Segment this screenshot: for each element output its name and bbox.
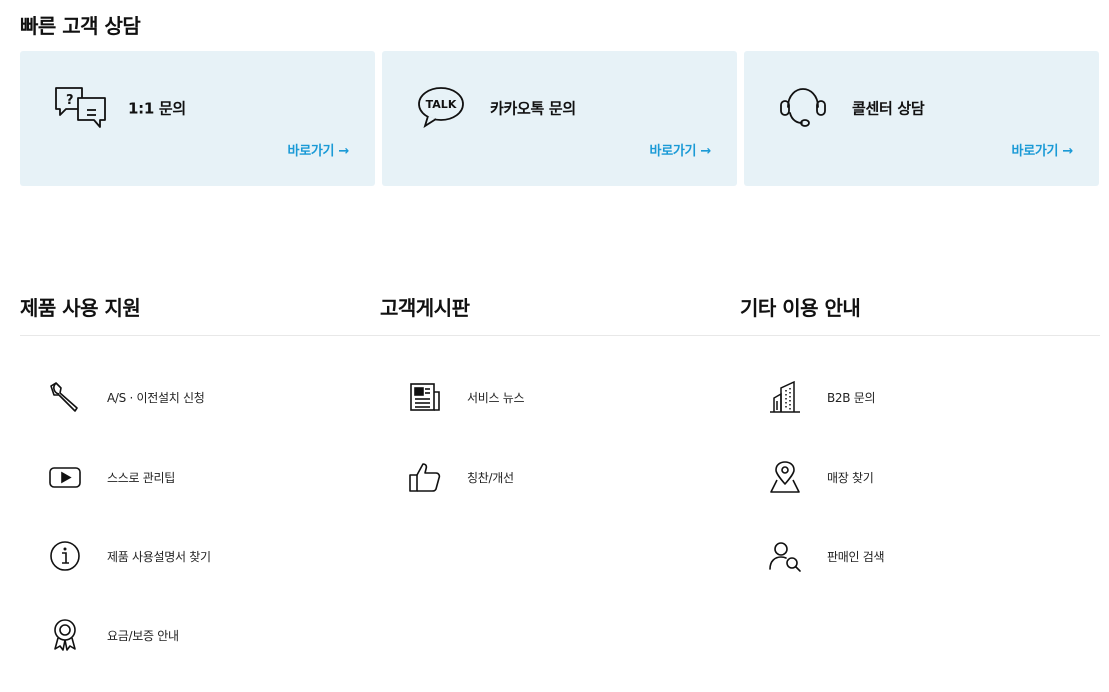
link-b2b-inquiry[interactable]: B2B 문의 <box>740 377 876 417</box>
link-seller-search[interactable]: 판매인 검색 <box>740 536 885 576</box>
link-praise-improve[interactable]: 칭찬/개선 <box>380 457 514 497</box>
card-label: 콜센터 상담 <box>852 99 925 118</box>
section-title-customer-board: 고객게시판 <box>380 296 470 320</box>
link-as-install-request[interactable]: A/S · 이전설치 신청 <box>20 377 205 417</box>
svg-text:?: ? <box>66 93 74 108</box>
kakaotalk-icon: TALK <box>416 85 470 129</box>
video-play-icon <box>47 459 83 495</box>
link-label: 매장 찾기 <box>827 470 874 485</box>
card-label: 카카오톡 문의 <box>490 99 576 118</box>
link-label: 요금/보증 안내 <box>107 628 179 643</box>
map-pin-icon <box>767 459 803 495</box>
link-label: B2B 문의 <box>827 390 876 405</box>
info-icon <box>47 538 83 574</box>
building-icon <box>767 379 803 415</box>
go-link[interactable]: 바로가기 → <box>288 140 350 159</box>
card-kakaotalk-inquiry[interactable]: TALK 카카오톡 문의 바로가기 → <box>382 51 737 186</box>
link-label: 스스로 관리팁 <box>107 470 175 485</box>
section-title-product-support: 제품 사용 지원 <box>20 296 141 320</box>
link-label: A/S · 이전설치 신청 <box>107 390 205 405</box>
person-search-icon <box>767 538 803 574</box>
thumbs-up-icon <box>407 459 443 495</box>
link-service-news[interactable]: 서비스 뉴스 <box>380 377 525 417</box>
link-label: 칭찬/개선 <box>467 470 514 485</box>
svg-text:TALK: TALK <box>426 98 457 111</box>
chat-question-icon: ? <box>54 85 108 129</box>
link-label: 서비스 뉴스 <box>467 390 525 405</box>
headset-icon <box>778 85 832 129</box>
card-one-to-one-inquiry[interactable]: ? 1:1 문의 바로가기 → <box>20 51 375 186</box>
newspaper-icon <box>407 379 443 415</box>
link-self-care-tips[interactable]: 스스로 관리팁 <box>20 457 175 497</box>
card-label: 1:1 문의 <box>128 99 186 118</box>
link-fee-warranty[interactable]: 요금/보증 안내 <box>20 615 179 655</box>
link-label: 판매인 검색 <box>827 549 885 564</box>
link-product-manual[interactable]: 제품 사용설명서 찾기 <box>20 536 211 576</box>
quick-consult-title: 빠른 고객 상담 <box>20 14 141 38</box>
section-divider <box>20 335 1100 336</box>
go-link[interactable]: 바로가기 → <box>1012 140 1074 159</box>
go-link[interactable]: 바로가기 → <box>650 140 712 159</box>
section-title-other-info: 기타 이용 안내 <box>740 296 861 320</box>
award-ribbon-icon <box>47 617 83 653</box>
wrench-icon <box>47 379 83 415</box>
link-store-finder[interactable]: 매장 찾기 <box>740 457 874 497</box>
link-label: 제품 사용설명서 찾기 <box>107 549 211 564</box>
card-call-center[interactable]: 콜센터 상담 바로가기 → <box>744 51 1099 186</box>
